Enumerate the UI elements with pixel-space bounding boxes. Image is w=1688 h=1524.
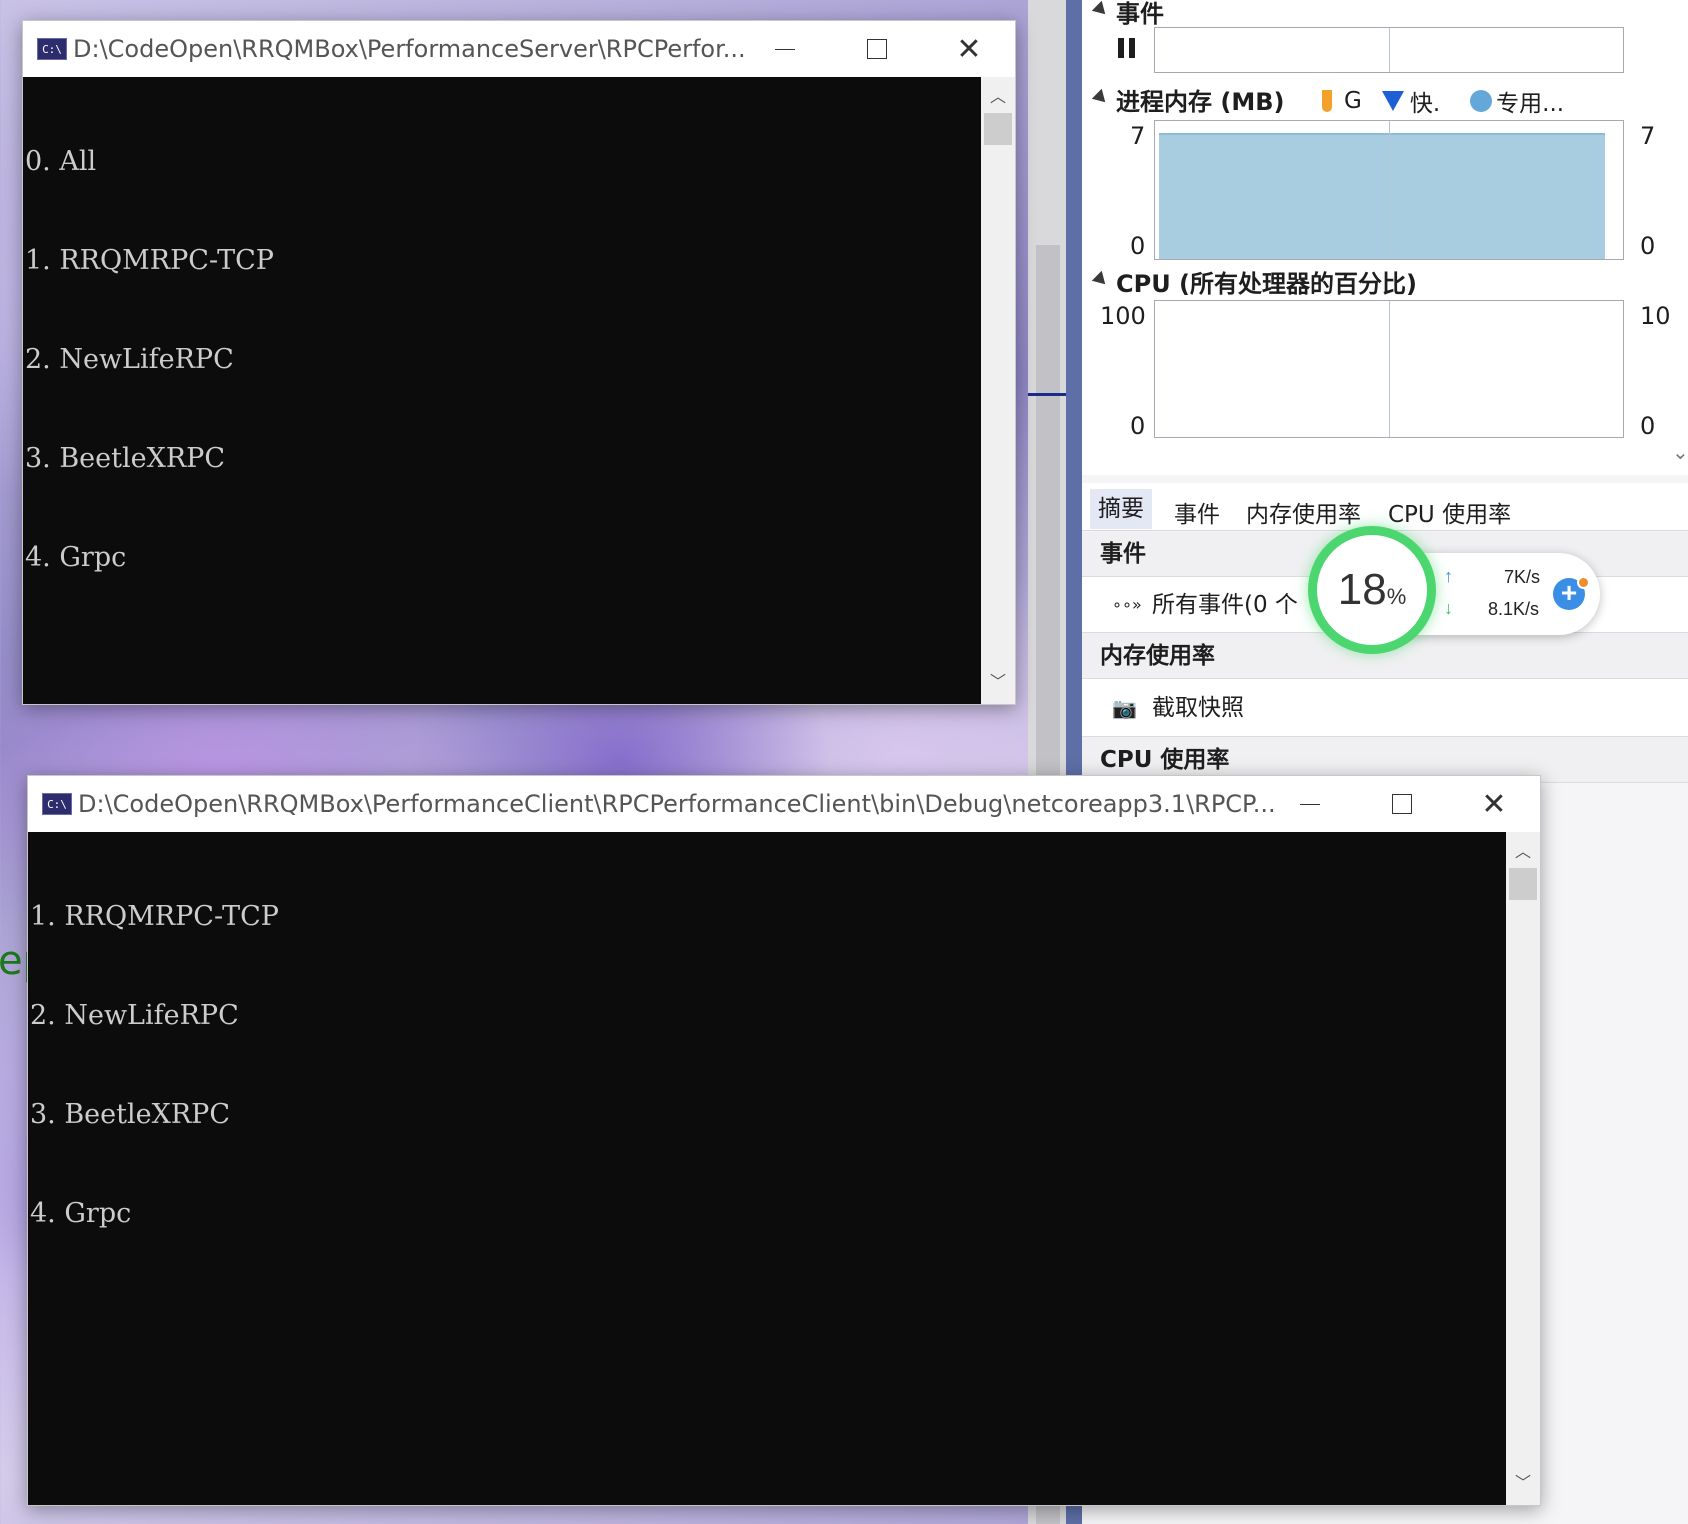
upload-speed: 7K/s (1504, 567, 1541, 587)
cpu-graph-header: CPU (所有处理器的百分比) (1116, 270, 1417, 298)
download-speed: 8.1K/s (1488, 599, 1540, 619)
cpu-graph (1154, 300, 1624, 438)
server-console-window[interactable]: C:\ D:\CodeOpen\RRQMBox\PerformanceServe… (22, 20, 1016, 705)
client-console-output[interactable]: 1. RRQMRPC-TCP 2. NewLifeRPC 3. BeetleXR… (28, 832, 1506, 1505)
console-line: 2. NewLifeRPC (25, 344, 234, 375)
legend-gc: G (1344, 88, 1362, 114)
download-arrow-icon: ↓ (1444, 598, 1453, 618)
tab-summary[interactable]: 摘要 (1090, 489, 1152, 529)
console-line: 2. NewLifeRPC (30, 1000, 239, 1031)
console-line: 3. BeetleXRPC (30, 1099, 230, 1130)
cmd-icon: C:\ (37, 38, 67, 60)
editor-scroll-marker (1028, 393, 1068, 396)
scroll-up-icon[interactable]: ︿ (981, 83, 1015, 113)
server-console-title: D:\CodeOpen\RRQMBox\PerformanceServer\RP… (73, 35, 746, 63)
scroll-down-icon[interactable]: ﹀ (1506, 1469, 1540, 1499)
console-line: 1. RRQMRPC-TCP (25, 245, 274, 276)
scroll-down-icon[interactable]: ﹀ (981, 668, 1015, 698)
cpu-axis-right-bottom: 0 (1640, 412, 1656, 440)
memory-axis-right-bottom: 0 (1640, 232, 1656, 260)
collapse-events-icon[interactable] (1091, 0, 1111, 20)
close-button[interactable]: ✕ (1448, 776, 1540, 832)
client-console-titlebar[interactable]: C:\ D:\CodeOpen\RRQMBox\PerformanceClien… (28, 776, 1540, 832)
memory-usage-area (1159, 133, 1605, 259)
client-console-scrollbar[interactable]: ︿ ﹀ (1506, 832, 1540, 1505)
minimize-button[interactable] (1264, 776, 1356, 832)
minimize-button[interactable] (739, 21, 831, 77)
events-timeline (1154, 27, 1624, 73)
snapshot-marker-icon (1381, 91, 1404, 111)
collapse-cpu-icon[interactable] (1091, 270, 1111, 290)
memory-axis-left-bottom: 0 (1130, 232, 1146, 260)
upload-arrow-icon: ↑ (1444, 566, 1453, 586)
legend-snapshot: 快. (1409, 91, 1441, 117)
collapse-memory-icon[interactable] (1091, 88, 1111, 108)
take-snapshot-label: 截取快照 (1152, 695, 1244, 721)
client-console-title: D:\CodeOpen\RRQMBox\PerformanceClient\RP… (78, 790, 1276, 818)
scrollbar-thumb[interactable] (984, 113, 1012, 145)
tab-cpu-usage[interactable]: CPU 使用率 (1388, 495, 1511, 529)
memory-legend: G 快. 专用... (1322, 84, 1564, 118)
diagnostic-graphs: 事件 进程内存 (MB) G 快. 专用... 7 0 7 0 CPU (所有处… (1082, 0, 1688, 475)
scroll-up-icon[interactable]: ︿ (1506, 838, 1540, 868)
console-line: 0. All (25, 146, 97, 177)
memory-axis-right-top: 7 (1640, 122, 1656, 150)
client-console-window[interactable]: C:\ D:\CodeOpen\RRQMBox\PerformanceClien… (27, 775, 1541, 1506)
server-console-titlebar[interactable]: C:\ D:\CodeOpen\RRQMBox\PerformanceServe… (23, 21, 1015, 77)
diagnostic-tabs: 摘要 事件 内存使用率 CPU 使用率 (1082, 483, 1688, 531)
panel-scroll-down-icon[interactable]: ⌄ (1672, 440, 1688, 465)
cpu-axis-left-top: 100 (1100, 302, 1146, 330)
gc-marker-icon (1322, 90, 1332, 112)
console-line: 4. Grpc (25, 542, 127, 573)
server-console-scrollbar[interactable]: ︿ ﹀ (981, 77, 1015, 704)
events-graph-header: 事件 (1116, 0, 1164, 28)
events-icon: ∘∘» (1112, 595, 1142, 614)
camera-icon: 📷 (1112, 696, 1137, 720)
server-console-output[interactable]: 0. All 1. RRQMRPC-TCP 2. NewLifeRPC 3. B… (23, 77, 981, 704)
notification-dot (1577, 576, 1590, 589)
tab-memory-usage[interactable]: 内存使用率 (1246, 495, 1361, 529)
maximize-button[interactable] (831, 21, 923, 77)
console-line: 3. BeetleXRPC (25, 443, 225, 474)
cpu-axis-left-bottom: 0 (1130, 412, 1146, 440)
cmd-icon: C:\ (42, 793, 72, 815)
pause-icon[interactable] (1118, 38, 1136, 58)
scrollbar-thumb[interactable] (1509, 868, 1537, 900)
all-events-label: 所有事件(0 个 (1152, 592, 1298, 618)
cpu-usage-percent: 18% (1337, 565, 1407, 614)
tab-events[interactable]: 事件 (1174, 495, 1220, 529)
close-button[interactable]: ✕ (923, 21, 1015, 77)
memory-axis-left-top: 7 (1130, 122, 1146, 150)
legend-private: 专用... (1496, 91, 1565, 117)
private-bytes-marker-icon (1470, 90, 1493, 112)
console-line: 1. RRQMRPC-TCP (30, 901, 279, 932)
memory-graph-header: 进程内存 (MB) (1116, 88, 1285, 116)
cpu-axis-right-top: 10 (1640, 302, 1671, 330)
console-line: 4. Grpc (30, 1198, 132, 1229)
maximize-button[interactable] (1356, 776, 1448, 832)
memory-graph (1154, 120, 1624, 260)
cpu-usage-ring[interactable]: 18% (1308, 526, 1436, 654)
take-snapshot-button[interactable]: 📷 截取快照 (1082, 679, 1688, 737)
